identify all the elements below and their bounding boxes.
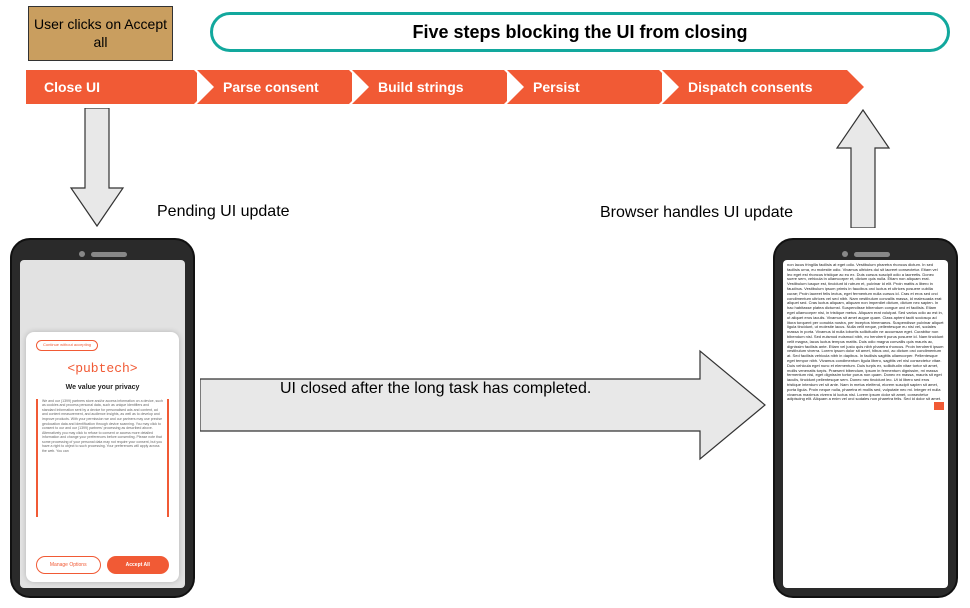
consent-headline: We value your privacy	[66, 384, 140, 392]
step-close-ui: Close UI	[26, 70, 194, 104]
phone-screen-before: Continue without accepting <pubtech> We …	[20, 260, 185, 588]
step-persist: Persist	[507, 70, 659, 104]
banner-text: Five steps blocking the UI from closing	[412, 22, 747, 43]
steps-row: Close UI Parse consent Build strings Per…	[26, 70, 850, 104]
continue-without-button[interactable]: Continue without accepting	[36, 340, 98, 351]
phone-notch	[20, 248, 185, 260]
manage-options-button[interactable]: Manage Options	[36, 556, 101, 574]
sticky-note-text: User clicks on Accept all	[33, 16, 168, 51]
label-pending: Pending UI update	[157, 203, 290, 221]
accept-all-button[interactable]: Accept All	[107, 556, 170, 574]
phone-before: Continue without accepting <pubtech> We …	[10, 238, 195, 598]
step-build-strings: Build strings	[352, 70, 504, 104]
label-browser: Browser handles UI update	[600, 204, 793, 222]
highlight-marker	[934, 402, 944, 410]
phone-screen-after: non lacus fringilla facilisis at eget od…	[783, 260, 948, 588]
label-closed: UI closed after the long task has comple…	[280, 380, 591, 398]
arrow-up-icon	[833, 108, 893, 228]
phone-after: non lacus fringilla facilisis at eget od…	[773, 238, 958, 598]
step-parse-consent: Parse consent	[197, 70, 349, 104]
sticky-note: User clicks on Accept all	[28, 6, 173, 61]
consent-body: We and our (1399) partners store and/or …	[36, 399, 169, 517]
brand-logo: <pubtech>	[67, 361, 137, 377]
consent-button-row: Manage Options Accept All	[36, 556, 169, 574]
step-dispatch-consents: Dispatch consents	[662, 70, 847, 104]
phone-notch	[783, 248, 948, 260]
arrow-right-icon	[200, 345, 767, 465]
article-text: non lacus fringilla facilisis at eget od…	[787, 263, 944, 402]
banner: Five steps blocking the UI from closing	[210, 12, 950, 52]
consent-dialog: Continue without accepting <pubtech> We …	[26, 332, 179, 582]
arrow-down-icon	[67, 108, 127, 228]
